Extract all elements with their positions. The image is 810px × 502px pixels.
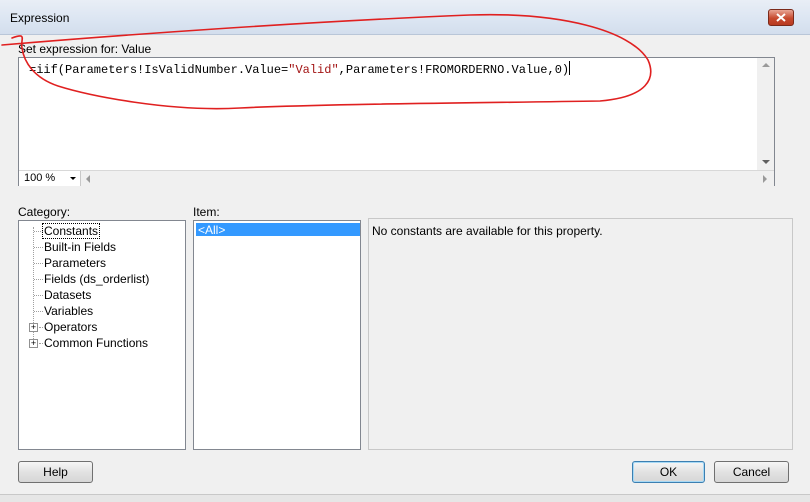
expression-prefix: =iif(Parameters!IsValidNumber.Value= (29, 63, 289, 77)
ok-button[interactable]: OK (632, 461, 705, 483)
tree-connector (34, 295, 43, 296)
tree-connector (39, 343, 43, 344)
tree-connector (34, 279, 43, 280)
expression-label: Set expression for: Value (18, 42, 152, 56)
close-button[interactable] (768, 9, 794, 26)
vertical-scrollbar[interactable] (757, 58, 774, 170)
expression-editor[interactable]: =iif(Parameters!IsValidNumber.Value="Val… (18, 57, 775, 186)
help-button[interactable]: Help (18, 461, 93, 483)
zoom-value: 100 % (24, 172, 56, 184)
cancel-button[interactable]: Cancel (714, 461, 789, 483)
zoom-dropdown[interactable]: 100 % (19, 171, 81, 186)
list-item-label: <All> (198, 223, 226, 237)
expand-plus-icon[interactable]: + (29, 323, 38, 332)
editor-bottom-bar: 100 % (19, 170, 774, 186)
close-icon (776, 13, 786, 22)
category-label: Category: (18, 205, 71, 219)
scroll-right-icon[interactable] (763, 175, 767, 183)
category-tree[interactable]: Constants Built-in Fields Parameters Fie… (18, 220, 186, 450)
category-item-label: Variables (44, 304, 94, 318)
category-item-label: Datasets (44, 288, 92, 302)
list-item[interactable]: <All> (196, 223, 360, 237)
scroll-left-icon[interactable] (86, 175, 90, 183)
category-item-label: Fields (ds_orderlist) (44, 272, 150, 286)
description-text: No constants are available for this prop… (372, 224, 603, 238)
category-item-label: Constants (42, 223, 101, 239)
tree-connector (34, 263, 43, 264)
scroll-down-icon[interactable] (762, 160, 770, 164)
expression-string-literal: "Valid" (288, 63, 339, 77)
category-item-label: Common Functions (44, 336, 149, 350)
tree-connector (34, 311, 43, 312)
tree-connector (34, 247, 43, 248)
item-list[interactable]: <All> (193, 220, 361, 450)
description-panel: No constants are available for this prop… (368, 218, 793, 450)
title-bar: Expression (0, 0, 810, 35)
tree-connector (39, 327, 43, 328)
window-title: Expression (10, 11, 70, 25)
expression-text[interactable]: =iif(Parameters!IsValidNumber.Value="Val… (29, 61, 571, 77)
chevron-down-icon (70, 177, 76, 180)
expression-suffix: ,Parameters!FROMORDERNO.Value,0) (338, 63, 570, 77)
text-cursor (569, 61, 571, 75)
item-label: Item: (193, 205, 220, 219)
category-item-label: Parameters (44, 256, 107, 270)
expand-plus-icon[interactable]: + (29, 339, 38, 348)
category-item-label: Operators (44, 320, 98, 334)
category-item-label: Built-in Fields (44, 240, 117, 254)
scroll-up-icon[interactable] (762, 63, 770, 67)
